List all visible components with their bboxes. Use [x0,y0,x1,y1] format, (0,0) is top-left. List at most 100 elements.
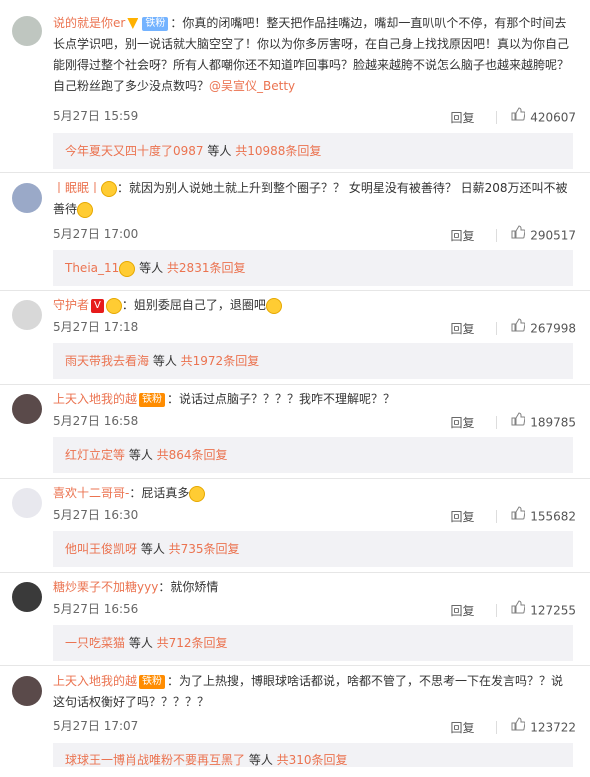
sub-replies[interactable]: 一只吃菜猫 等人 共712条回复 [53,625,573,661]
comment-line: ：姐别委屈自己了，退圈吧 [121,298,266,312]
thumb-up-icon[interactable] [511,318,526,332]
comment-time: 5月27日 16:58 [53,414,139,428]
comment-time: 5月27日 17:07 [53,719,139,733]
username-link[interactable]: 说的就是你er [53,16,125,30]
reply-button[interactable]: 回复 [451,416,475,430]
comment-line: ：就你矫情 [158,580,219,594]
divider [0,665,590,666]
avatar[interactable] [12,582,42,612]
sub-reply-count[interactable]: 共2831条回复 [167,261,246,275]
divider [0,172,590,173]
avatar[interactable] [12,300,42,330]
sub-reply-count[interactable]: 共310条回复 [277,753,348,767]
sub-reply-user[interactable]: 今年夏天又四十度了0987 [65,144,204,158]
sub-reply-user[interactable]: Theia_11 [65,261,119,275]
sub-reply-user[interactable]: 球球王一博肖战唯粉不要再互黑了 [65,753,245,767]
avatar[interactable] [12,16,42,46]
thumb-up-icon[interactable] [511,600,526,614]
emoji-icon [77,201,94,218]
comment-text: 上天入地我的越 铁粉 ：为了上热搜，博眼球啥话都说，啥都不管了，不思考一下在发言吗？… [53,671,576,713]
divider [496,322,498,335]
thumb-up-icon[interactable] [511,412,526,426]
sub-reply-user[interactable]: 雨天带我去看海 [65,354,149,368]
vip-badge: V [91,298,104,313]
comment-time: 5月27日 16:30 [53,508,139,522]
like-count: 123722 [530,720,576,735]
sub-replies[interactable]: Theia_11 等人 共2831条回复 [53,250,573,286]
comment-line: 这句话权衡好了吗？？？？？ [53,695,210,709]
comment-line: ：说话过点脑子？？？？我咋不理解呢？？ [167,392,396,406]
like-count: 189785 [530,415,576,430]
sub-reply-and: 等人 [149,354,181,368]
reply-button[interactable]: 回复 [451,322,475,336]
avatar[interactable] [12,676,42,706]
avatar[interactable] [12,488,42,518]
fan-badge: 铁粉 [142,16,169,31]
comment-line: 自己粉丝跑了多少没点数吗？ [53,79,210,93]
comment-line: ：屁话真多 [129,486,190,500]
divider [0,290,590,291]
reply-button[interactable]: 回复 [451,721,475,735]
username-link[interactable]: 糖炒栗子不加糖yyy [53,580,158,594]
username-link[interactable]: 喜欢十二哥哥- [53,486,129,500]
comment-text: 说的就是你er 铁粉 ：你真的闭嘴吧！整天把作品挂嘴边，嘴却一直叭叭个不停，有那个时… [53,13,576,97]
sub-reply-user[interactable]: 红灯立定等 [65,448,125,462]
comment-time: 5月27日 17:18 [53,320,139,334]
sub-reply-count[interactable]: 共1972条回复 [181,354,260,368]
sub-reply-count[interactable]: 共735条回复 [169,542,240,556]
sub-reply-count[interactable]: 共864条回复 [157,448,228,462]
thumb-up-icon[interactable] [511,107,526,121]
sub-reply-count[interactable]: 共10988条回复 [235,144,321,158]
reply-button[interactable]: 回复 [451,229,475,243]
comment-text: 丨眠眠丨 ：就因为别人说她土就上升到整个圈子？？ 女明星没有被善待？ 日薪208万… [53,178,576,220]
like-count: 127255 [530,603,576,618]
divider [496,604,498,617]
comment-text: 糖炒栗子不加糖yyy：就你矫情 [53,577,576,598]
comment-text: 喜欢十二哥哥-：屁话真多 [53,483,576,504]
comment-line: 善待 [53,202,78,216]
reply-button[interactable]: 回复 [451,510,475,524]
divider [496,229,498,242]
sub-replies[interactable]: 雨天带我去看海 等人 共1972条回复 [53,343,573,379]
like-count: 155682 [530,509,576,524]
sub-reply-and: 等人 [137,542,169,556]
divider [0,572,590,573]
comment-line: 能刚得过整个社会呀？所有人都嘲你还不知道咋回事吗？脸越来越胯不说怎么脑子也越来越… [53,58,570,72]
username-link[interactable]: 守护者 [53,298,89,312]
fan-badge: 铁粉 [139,674,166,689]
like-count: 420607 [530,110,576,125]
comment-line: 长点学识吧，别一说话就大脑空空了！你以为你多厉害呀，在自己身上找找原因吧！真以为… [53,37,570,51]
sub-replies[interactable]: 红灯立定等 等人 共864条回复 [53,437,573,473]
sub-reply-count[interactable]: 共712条回复 [157,636,228,650]
sub-reply-and: 等人 [203,144,236,158]
emoji-icon [265,297,282,314]
reply-button[interactable]: 回复 [451,111,475,125]
sub-reply-user[interactable]: 他叫王俊凯呀 [65,542,137,556]
sub-replies[interactable]: 今年夏天又四十度了0987 等人 共10988条回复 [53,133,573,169]
emoji-icon [189,485,206,502]
emoji-icon [101,180,118,197]
divider [496,416,498,429]
sub-replies[interactable]: 球球王一博肖战唯粉不要再互黑了 等人 共310条回复 [53,743,573,767]
username-link[interactable]: 丨眠眠丨 [53,181,101,195]
sub-reply-and: 等人 [125,636,157,650]
verified-icon [127,18,139,29]
username-link[interactable]: 上天入地我的越 [53,674,137,688]
avatar[interactable] [12,183,42,213]
username-link[interactable]: 上天入地我的越 [53,392,137,406]
thumb-up-icon[interactable] [511,225,526,239]
thumb-up-icon[interactable] [511,506,526,520]
mention-link[interactable]: @吴宣仪_Betty [209,79,295,93]
comment-text: 守护者 V ：姐别委屈自己了，退圈吧 [53,295,576,316]
sub-reply-user[interactable]: 一只吃菜猫 [65,636,125,650]
comment-time: 5月27日 16:56 [53,602,139,616]
sub-replies[interactable]: 他叫王俊凯呀 等人 共735条回复 [53,531,573,567]
emoji-icon [119,260,136,277]
reply-button[interactable]: 回复 [451,604,475,618]
avatar[interactable] [12,394,42,424]
divider [0,384,590,385]
emoji-icon [105,297,122,314]
divider [0,478,590,479]
comment-time: 5月27日 15:59 [53,109,139,123]
thumb-up-icon[interactable] [511,717,526,731]
